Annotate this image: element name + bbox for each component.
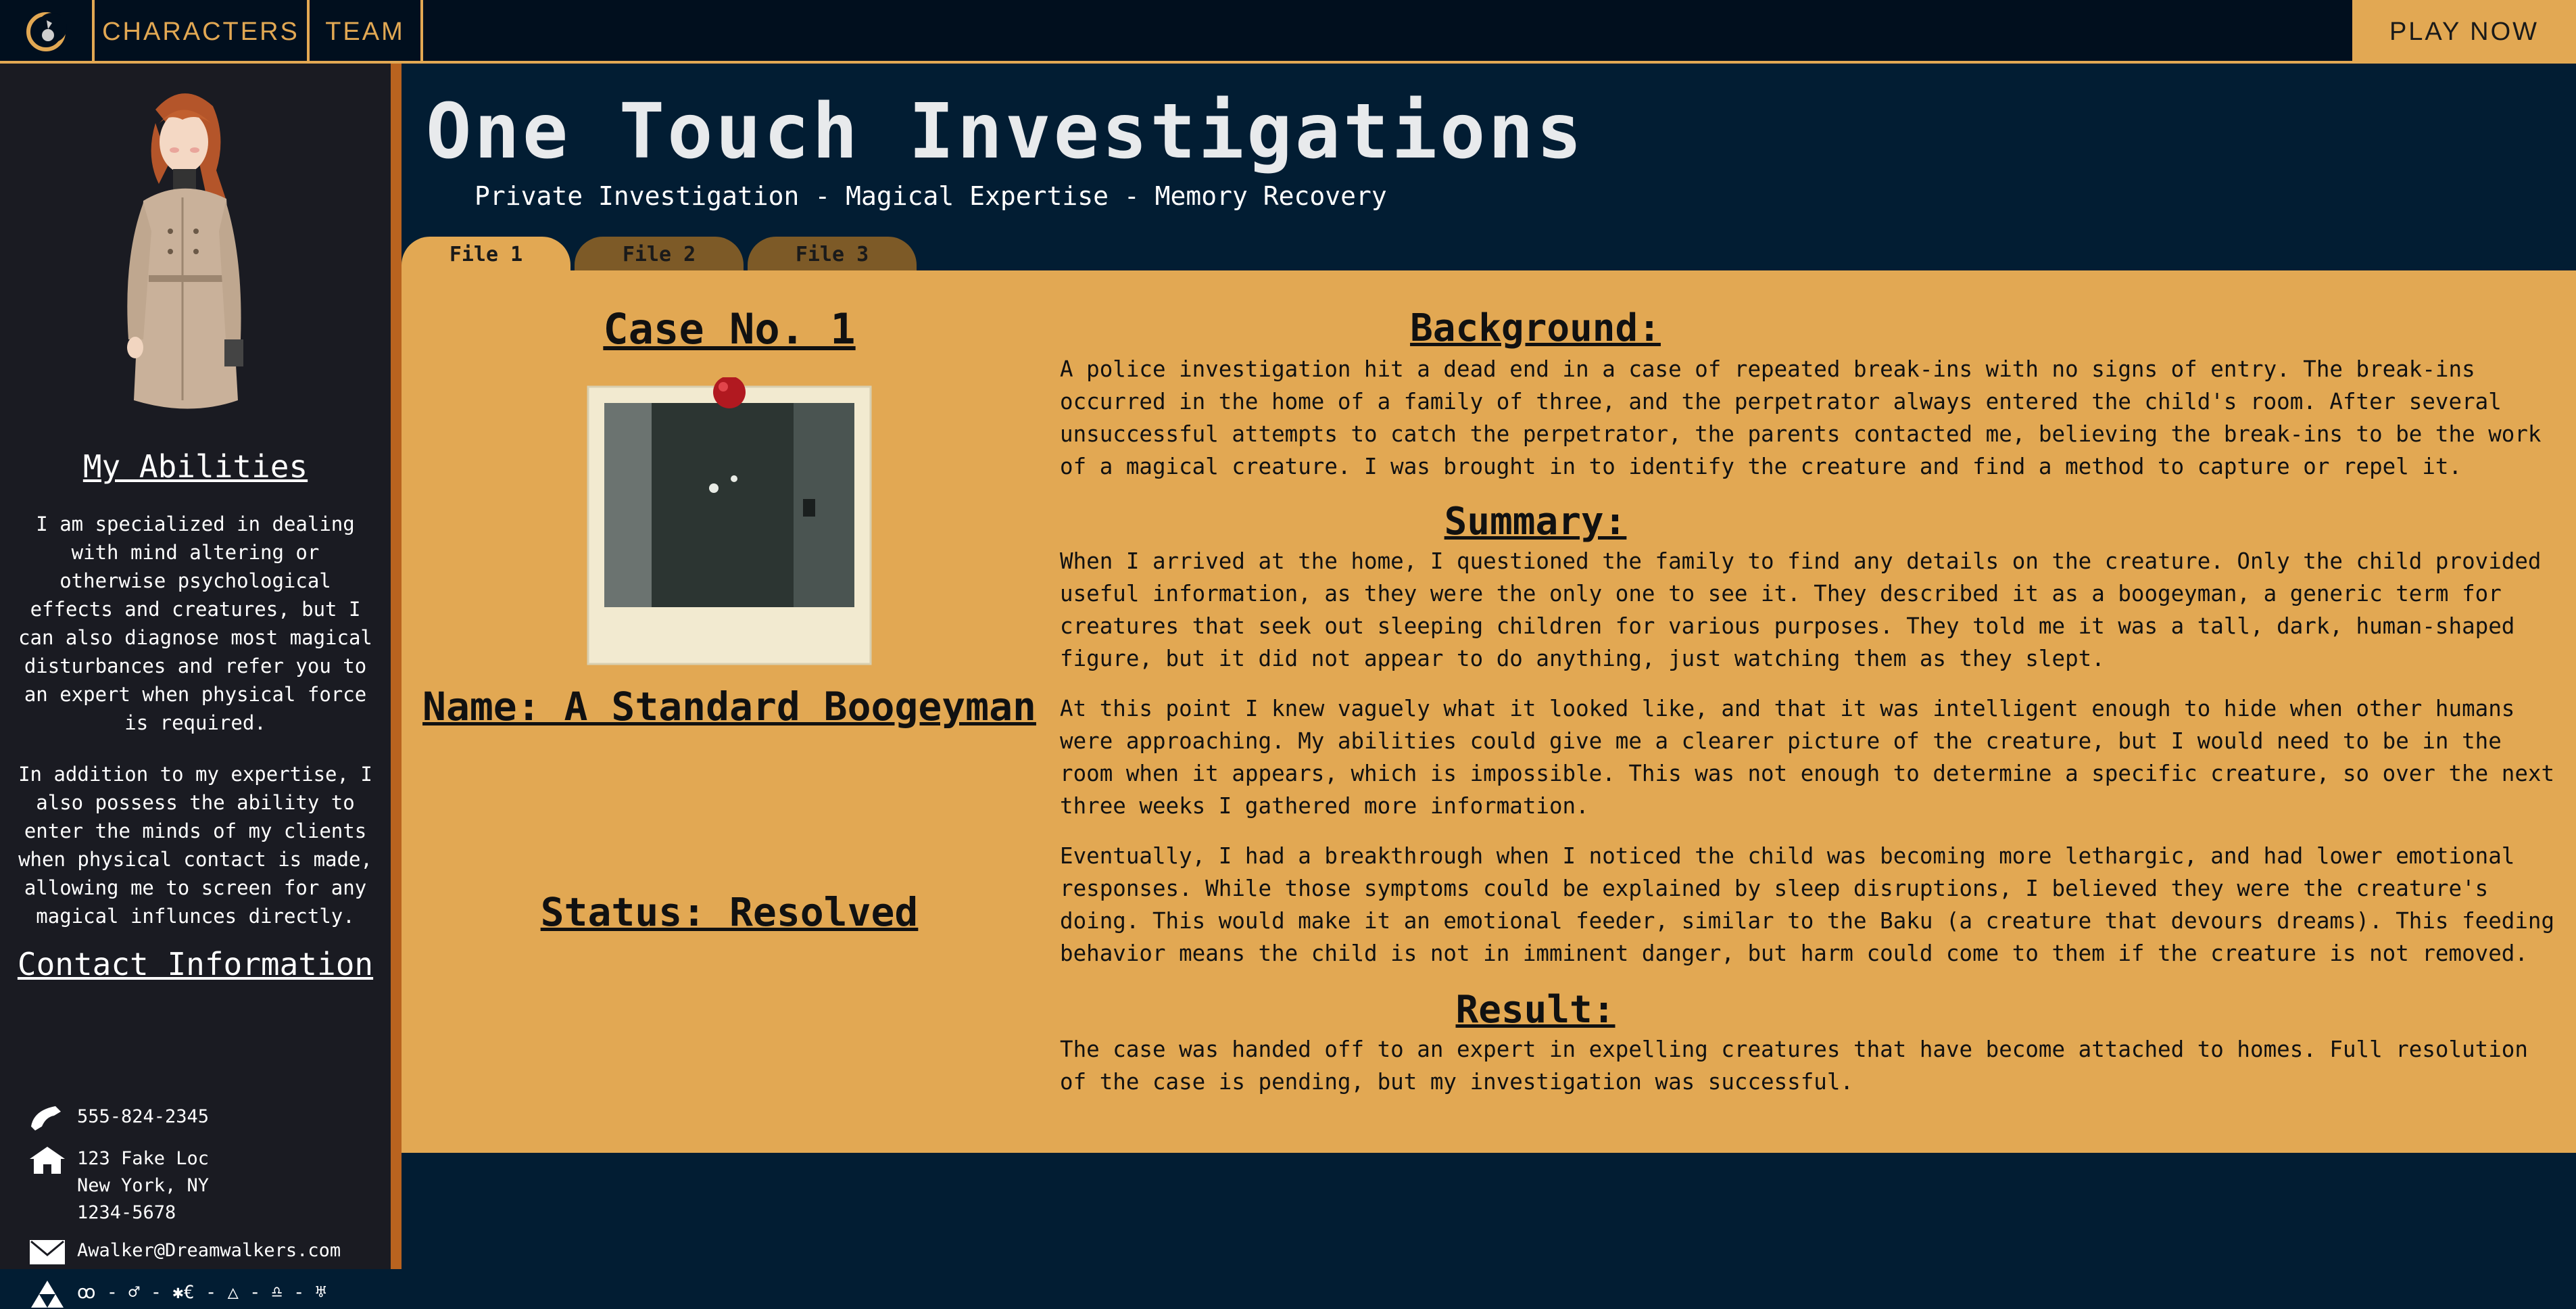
background-heading: Background: [1410, 306, 1661, 350]
tab-file-2[interactable]: File 2 [575, 237, 744, 272]
case-file-panel: Case No. 1 Name: A Standard Boogeyman St… [402, 270, 2576, 1153]
polaroid-photo [587, 377, 872, 665]
background-text: A police investigation hit a dead end in… [1060, 356, 2542, 479]
tab-file-1[interactable]: File 1 [402, 237, 570, 272]
contact-phone[interactable]: 555-824-2345 [27, 1103, 209, 1133]
result-text: The case was handed off to an expert in … [1060, 1037, 2528, 1095]
contact-email[interactable]: Awalker@Dreamwalkers.com [27, 1237, 341, 1267]
result-heading: Result: [1455, 988, 1615, 1032]
site-subtitle: Private Investigation - Magical Expertis… [475, 181, 1387, 211]
house-icon [27, 1145, 68, 1175]
case-number: Case No. 1 [603, 304, 856, 354]
triforce-icon [27, 1279, 68, 1309]
abilities-paragraph-2: In addition to my expertise, I also poss… [18, 763, 372, 928]
address-line-3: 1234-5678 [77, 1202, 176, 1223]
summary-heading: Summary: [1444, 500, 1627, 544]
symbol-line: ꝏ - ♂ - ✱€ - △ - ♎ - ♅ [77, 1282, 326, 1303]
sidebar: My Abilities I am specialized in dealing… [0, 64, 391, 1308]
nav-team-link[interactable]: TEAM [310, 0, 423, 64]
summary-paragraph-1: When I arrived at the home, I questioned… [1060, 548, 2542, 671]
envelope-icon [27, 1237, 68, 1267]
email-address[interactable]: Awalker@Dreamwalkers.com [77, 1237, 341, 1264]
address-line-2: New York, NY [77, 1175, 210, 1196]
summary-paragraph-2: At this point I knew vaguely what it loo… [1060, 696, 2555, 819]
contact-symbols: ꝏ - ♂ - ✱€ - △ - ♎ - ♅ [27, 1279, 326, 1309]
site-title: One Touch Investigations [426, 88, 1585, 176]
nav-characters-link[interactable]: CHARACTERS [95, 0, 310, 64]
contact-address: 123 Fake Loc New York, NY 1234-5678 [27, 1145, 209, 1227]
address-line-1: 123 Fake Loc [77, 1148, 210, 1169]
phone-number[interactable]: 555-824-2345 [77, 1103, 209, 1130]
pushpin-icon [713, 377, 746, 408]
top-navigation: CHARACTERS TEAM PLAY NOW [0, 0, 2576, 64]
phone-icon [27, 1103, 68, 1133]
case-name: Name: A Standard Boogeyman [422, 684, 1036, 730]
abilities-title: My Abilities [82, 448, 308, 485]
play-now-button[interactable]: PLAY NOW [2352, 0, 2576, 64]
detective-portrait-image [127, 93, 243, 409]
case-status: Status: Resolved [540, 889, 919, 935]
abilities-paragraph-1: I am specialized in dealing with mind al… [18, 513, 372, 734]
contact-title: Contact Information [17, 946, 374, 982]
crescent-moon-logo-icon[interactable] [0, 0, 95, 64]
sidebar-edge [391, 64, 402, 1269]
summary-paragraph-3: Eventually, I had a breakthrough when I … [1060, 843, 2555, 966]
tab-file-3[interactable]: File 3 [748, 237, 917, 272]
